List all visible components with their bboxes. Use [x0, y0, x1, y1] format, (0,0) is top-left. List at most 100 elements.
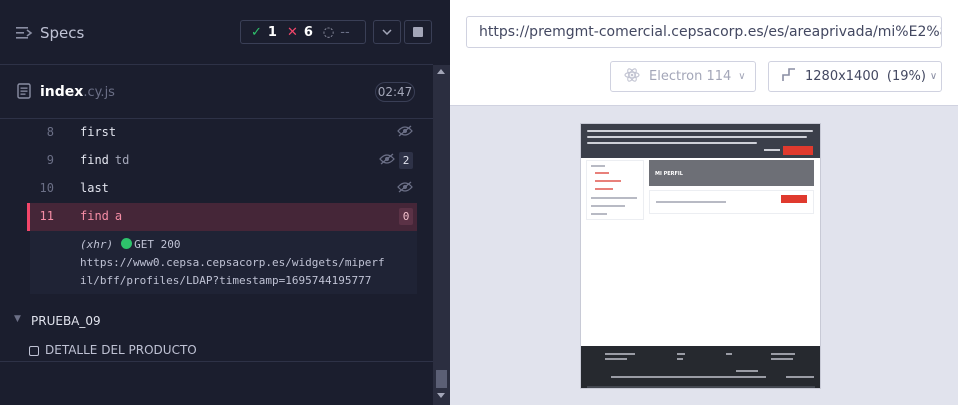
preview-text-line [595, 172, 609, 174]
passed-count: 1 [267, 24, 277, 40]
cookie-accept-button [783, 146, 813, 155]
command-method: find [80, 209, 109, 223]
viewport-scale: (19%) [886, 69, 926, 84]
aut-header: https://premgmt-comercial.cepsacorp.es/e… [450, 0, 958, 106]
scroll-up-icon[interactable] [437, 69, 445, 74]
command-method: find [80, 153, 109, 167]
footer-text-line [786, 376, 814, 378]
test-row[interactable]: DETALLE DEL PRODUCTO [0, 340, 433, 362]
failed-stat: ✕ 6 [287, 25, 313, 40]
xhr-summary: (xhr) GET 200 [80, 236, 417, 254]
viewport-selector[interactable]: 1280x1400 (19%) ∨ [768, 61, 942, 92]
footer-text-line [677, 353, 685, 355]
footer-text-line [605, 353, 635, 355]
chevron-down-icon [382, 29, 392, 35]
preview-hero-title: MI PERFIL [655, 171, 683, 177]
xhr-log-entry[interactable]: (xhr) GET 200 https://www0.cepsa.cepsacor… [30, 231, 417, 294]
command-number: 9 [46, 153, 54, 167]
preview-text-line [591, 197, 637, 199]
xhr-tag: (xhr) [80, 238, 114, 251]
scrollbar-thumb[interactable] [436, 370, 447, 388]
specs-list-icon[interactable] [16, 25, 34, 41]
cookie-text-line [587, 130, 813, 132]
collapse-button[interactable] [373, 20, 401, 44]
footer-text-line [726, 353, 732, 355]
command-name: first [80, 125, 116, 139]
ruler-icon [782, 67, 796, 86]
chevron-down-icon: ▼ [14, 314, 21, 324]
command-number: 11 [39, 209, 54, 223]
command-name: find td [80, 153, 129, 167]
preview-text-line [656, 201, 726, 203]
footer-text-line [736, 376, 766, 378]
preview-text-line [591, 205, 625, 207]
command-number: 8 [46, 125, 54, 139]
failed-count: 6 [303, 24, 313, 40]
element-count-badge: 0 [399, 208, 413, 225]
check-icon: ✓ [251, 24, 262, 40]
preview-footer [581, 346, 820, 388]
preview-sidebar [586, 160, 644, 220]
preview-text-line [595, 180, 621, 182]
spec-duration: 02:47 [375, 82, 415, 102]
preview-text-line [595, 188, 613, 190]
footer-divider [587, 386, 815, 388]
command-row[interactable]: 9 find td 2 [30, 147, 417, 175]
xhr-url: https://www0.cepsa.cepsacorp.es/widgets/… [80, 256, 385, 269]
command-argument: td [114, 153, 130, 167]
cookie-text-line [587, 142, 757, 144]
preview-red-button [781, 195, 807, 203]
stop-button[interactable] [404, 20, 432, 44]
reporter-panel: Specs ✓ 1 ✕ 6 ◌ -- index.cy.js 02:47 8 f… [0, 0, 433, 405]
pending-count: -- [340, 24, 350, 40]
specs-header: Specs ✓ 1 ✕ 6 ◌ -- [0, 0, 433, 65]
command-name: find a [80, 209, 122, 223]
pending-circle-icon: ◌ [322, 24, 335, 40]
eye-slash-icon [379, 153, 395, 168]
stop-icon [413, 27, 423, 37]
cookie-config-link [764, 149, 780, 151]
footer-text-line [736, 370, 758, 372]
command-row[interactable]: 8 first [30, 119, 417, 147]
document-icon [17, 83, 31, 99]
command-method: last [80, 181, 109, 195]
browser-selector[interactable]: Electron 114 ∨ [610, 61, 756, 92]
footer-text-line [771, 353, 795, 355]
aut-preview-frame[interactable]: MI PERFIL [581, 124, 820, 388]
spec-file-name[interactable]: index.cy.js [40, 84, 115, 100]
chevron-down-icon: ∨ [738, 71, 746, 82]
test-stats: ✓ 1 ✕ 6 ◌ -- [240, 20, 366, 44]
status-dot-icon [121, 238, 133, 249]
file-base-name: index [40, 84, 84, 100]
cookie-banner [581, 124, 820, 158]
browser-label: Electron 114 [649, 69, 732, 84]
test-status-icon [29, 346, 39, 356]
chevron-down-icon: ∨ [929, 71, 938, 82]
footer-text-line [605, 358, 627, 360]
preview-text-line [591, 165, 605, 167]
specs-title[interactable]: Specs [40, 24, 84, 42]
command-row-failed[interactable]: 11 find a 0 [27, 203, 417, 231]
command-number: 10 [39, 181, 54, 195]
xhr-method-status: GET 200 [134, 238, 181, 251]
suite-row[interactable]: ▼ PRUEBA_09 [0, 310, 433, 334]
aut-panel: https://premgmt-comercial.cepsacorp.es/e… [450, 0, 958, 405]
command-row[interactable]: 10 last [30, 175, 417, 203]
element-count-badge: 2 [399, 152, 413, 169]
command-log: 8 first 9 find td 2 10 last 11 find a 0 [27, 119, 417, 231]
reporter-scrollbar[interactable] [433, 65, 450, 405]
viewport-size: 1280x1400 [805, 69, 879, 84]
command-argument: a [114, 209, 123, 223]
file-extension: .cy.js [83, 85, 115, 100]
test-name: DETALLE DEL PRODUCTO [45, 343, 197, 357]
electron-icon [624, 67, 640, 87]
command-method: first [80, 125, 117, 139]
suite-name: PRUEBA_09 [31, 314, 101, 328]
preview-text-line [591, 213, 607, 215]
pending-stat: ◌ -- [323, 25, 350, 40]
command-name: last [80, 181, 109, 195]
xhr-url-continued: il/bff/profiles/LDAP?timestamp=169574419… [80, 274, 372, 287]
url-bar[interactable]: https://premgmt-comercial.cepsacorp.es/e… [466, 16, 942, 48]
scroll-down-icon[interactable] [437, 393, 445, 398]
x-icon: ✕ [286, 24, 298, 40]
